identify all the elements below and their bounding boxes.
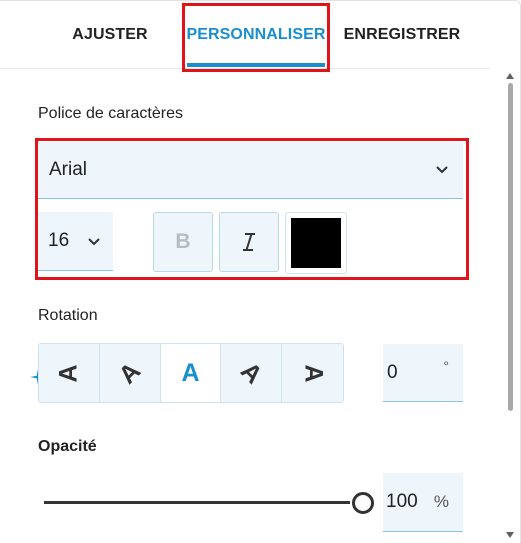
tab-ajuster[interactable]: AJUSTER xyxy=(60,1,160,69)
rotation-options: A A A A A xyxy=(38,343,344,403)
tab-personnaliser[interactable]: PERSONNALISER xyxy=(186,1,326,69)
font-size-value: 16 xyxy=(48,230,70,251)
chevron-down-icon xyxy=(436,166,448,174)
chevron-down-icon xyxy=(88,238,100,246)
scrollbar-thumb[interactable] xyxy=(508,83,513,411)
tab-enregistrer[interactable]: ENREGISTRER xyxy=(340,1,464,69)
rotation-unit: ° xyxy=(443,358,449,374)
opacity-input[interactable]: 100 % xyxy=(383,473,463,532)
opacity-value: 100 xyxy=(386,491,418,512)
rotate-right-45-icon: A xyxy=(235,356,268,389)
text-color-swatch xyxy=(291,218,341,268)
rotate-right-90-icon: A xyxy=(299,363,328,383)
italic-icon xyxy=(243,233,255,251)
tab-bar: AJUSTER PERSONNALISER ENREGISTRER xyxy=(0,1,490,69)
rotation-option-left-45[interactable]: A xyxy=(99,344,161,402)
font-family-select[interactable]: Arial xyxy=(38,142,463,199)
italic-button[interactable] xyxy=(219,212,279,272)
scroll-up-arrow-icon[interactable] xyxy=(505,72,515,80)
rotate-none-icon: A xyxy=(181,358,200,387)
active-tab-indicator xyxy=(187,63,325,67)
opacity-slider-thumb[interactable] xyxy=(352,492,374,514)
font-family-value: Arial xyxy=(49,159,88,180)
opacity-slider-track[interactable] xyxy=(44,501,350,504)
rotation-option-left[interactable]: A xyxy=(39,344,100,402)
text-color-button[interactable] xyxy=(285,212,347,274)
bold-button[interactable]: B xyxy=(153,212,213,272)
scroll-down-arrow-icon[interactable] xyxy=(505,531,515,539)
font-size-select[interactable]: 16 xyxy=(38,212,113,271)
rotation-option-none[interactable]: A xyxy=(160,344,222,402)
rotate-left-90-icon: A xyxy=(54,363,83,383)
rotation-input[interactable]: 0 ° xyxy=(383,344,463,402)
rotation-value: 0 xyxy=(387,361,398,383)
opacity-unit: % xyxy=(433,492,449,511)
customize-panel: AJUSTER PERSONNALISER ENREGISTRER Police… xyxy=(0,0,521,543)
bold-icon: B xyxy=(175,230,191,253)
rotation-option-right[interactable]: A xyxy=(282,344,343,402)
rotation-section-label: Rotation xyxy=(38,307,98,324)
opacity-section-label: Opacité xyxy=(38,438,97,455)
rotation-option-right-45[interactable]: A xyxy=(221,344,283,402)
font-section-label: Police de caractères xyxy=(38,105,183,122)
rotate-left-45-icon: A xyxy=(113,356,146,389)
